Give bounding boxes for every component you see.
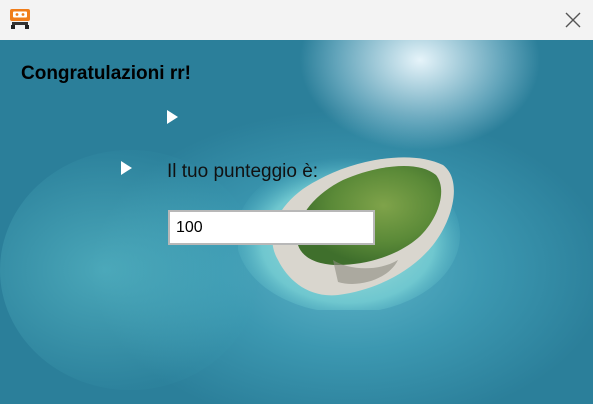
congratulations-heading: Congratulazioni rr! (21, 63, 191, 84)
score-label: Il tuo punteggio è: (167, 161, 319, 182)
cursor-marker-icon (121, 161, 132, 175)
score-field[interactable] (168, 210, 375, 245)
background-image: Congratulazioni rr! Il tuo punteggio è: (0, 40, 593, 404)
title-bar (0, 0, 593, 40)
cursor-marker-icon (167, 110, 178, 124)
game-console-icon (10, 9, 30, 29)
close-icon (565, 12, 580, 28)
close-button[interactable] (552, 0, 593, 40)
shallow-water (0, 150, 260, 390)
result-window: Congratulazioni rr! Il tuo punteggio è: (0, 0, 593, 404)
